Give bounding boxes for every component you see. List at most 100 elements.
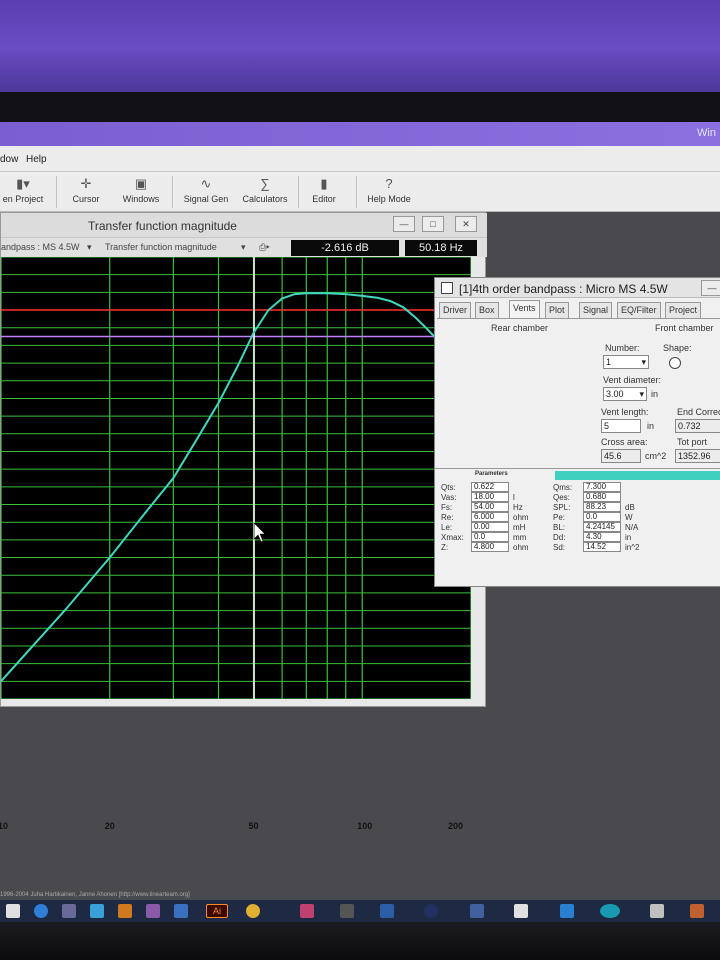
graph-window-titlebar[interactable]: Transfer function magnitude — □ ✕ — [1, 213, 487, 237]
windows-icon: ▣ — [134, 176, 148, 191]
param-value[interactable]: 88.23 — [583, 502, 621, 512]
app-icon[interactable] — [90, 904, 104, 918]
vent-length-unit: in — [647, 421, 655, 431]
param-unit: in — [625, 533, 632, 542]
curve-select[interactable]: Transfer function magnitude — [105, 242, 217, 252]
param-value[interactable]: 0.0 — [471, 532, 509, 542]
param-value[interactable]: 0.00 — [471, 522, 509, 532]
chevron-down-icon[interactable]: ▾ — [87, 242, 92, 253]
param-value[interactable]: 7.300 — [583, 482, 621, 492]
app-icon[interactable] — [174, 904, 188, 918]
taskbar: Ai — [0, 900, 720, 922]
menu-help[interactable]: Help — [26, 154, 47, 165]
folder-icon: ▮▾ — [16, 176, 30, 191]
number-select[interactable]: 1 ▾ — [603, 355, 649, 369]
close-button[interactable]: ✕ — [455, 216, 477, 232]
cursor-button[interactable]: ✛ Cursor — [66, 174, 106, 210]
tab-signal[interactable]: Signal — [579, 302, 613, 318]
app-icon[interactable] — [690, 904, 704, 918]
param-value[interactable]: 4.800 — [471, 542, 509, 552]
parameters-heading: Parameters — [475, 471, 508, 477]
param-value[interactable]: 0.622 — [471, 482, 509, 492]
vent-length-input[interactable]: 5 — [601, 419, 641, 433]
menu-bar: dow Help — [0, 146, 720, 172]
credit-text: 1996-2004 Juha Hartikainen, Janne Ahonen… — [0, 892, 190, 898]
tab-project[interactable]: Project — [665, 302, 702, 318]
param-value[interactable]: 4.24145 — [583, 522, 621, 532]
vent-diameter-unit: in — [651, 389, 659, 399]
cross-area-unit: cm^2 — [645, 451, 667, 461]
param-value[interactable]: 54.00 — [471, 502, 509, 512]
tab-plot[interactable]: Plot — [545, 302, 569, 318]
tab-eq-filter[interactable]: EQ/Filter — [617, 302, 661, 318]
param-name: Dd: — [553, 533, 566, 542]
param-name: Pe: — [553, 513, 566, 522]
shape-label: Shape: — [663, 343, 692, 353]
vent-diameter-select[interactable]: 3.00 ▾ — [603, 387, 647, 401]
open-project-button[interactable]: ▮▾ en Project — [0, 174, 46, 210]
param-value[interactable]: 4.30 — [583, 532, 621, 542]
end-correction-label: End Correc — [677, 407, 720, 417]
app-icon[interactable] — [300, 904, 314, 918]
start-icon[interactable] — [6, 904, 20, 918]
param-value[interactable]: 14.52 — [583, 542, 621, 552]
graph-toolbar: andpass : MS 4.5W ▾ Transfer function ma… — [1, 237, 487, 257]
app-icon[interactable] — [380, 904, 394, 918]
browser-icon[interactable] — [34, 904, 48, 918]
param-unit: dB — [625, 503, 635, 512]
x-tick-label: 100 — [357, 821, 373, 831]
param-name: Le: — [441, 523, 453, 532]
chevron-down-icon: ▾ — [639, 389, 644, 399]
windows-button[interactable]: ▣ Windows — [118, 174, 164, 210]
param-unit: ohm — [513, 513, 529, 522]
dialog-titlebar[interactable]: [1]4th order bandpass : Micro MS 4.5W — — [435, 278, 720, 298]
app-icon[interactable] — [514, 904, 528, 918]
tab-driver[interactable]: Driver — [439, 302, 471, 318]
plot-area[interactable] — [0, 256, 472, 700]
vent-diameter-label: Vent diameter: — [603, 375, 662, 385]
print-icon[interactable]: ⎙▸ — [259, 242, 270, 253]
param-value[interactable]: 18.00 — [471, 492, 509, 502]
x-tick-label: 10 — [0, 821, 9, 831]
param-name: Fs: — [441, 503, 453, 512]
dialog-minimize-button[interactable]: — — [701, 280, 720, 296]
param-name: Vas: — [441, 493, 457, 502]
help-mode-button[interactable]: ? Help Mode — [362, 174, 416, 210]
rear-chamber-heading: Rear chamber — [491, 323, 549, 333]
help-icon: ? — [385, 176, 393, 191]
app-icon[interactable] — [424, 904, 438, 918]
source-select[interactable]: andpass : MS 4.5W — [1, 242, 80, 252]
param-value[interactable]: 0.680 — [583, 492, 621, 502]
transfer-function-chart[interactable] — [0, 256, 472, 700]
front-chamber-heading: Front chamber — [655, 323, 714, 333]
signal-gen-button[interactable]: ∿ Signal Gen — [180, 174, 232, 210]
minimize-button[interactable]: — — [393, 216, 415, 232]
param-name: Z: — [441, 543, 449, 552]
illustrator-icon[interactable]: Ai — [206, 904, 228, 918]
app-icon[interactable] — [340, 904, 354, 918]
param-unit: ohm — [513, 543, 529, 552]
app-icon[interactable] — [650, 904, 664, 918]
chevron-down-icon[interactable]: ▾ — [241, 242, 246, 253]
app-icon[interactable] — [560, 904, 574, 918]
param-value[interactable]: 0.0 — [583, 512, 621, 522]
app-icon[interactable] — [118, 904, 132, 918]
app-icon[interactable] — [246, 904, 260, 918]
editor-button[interactable]: ▮ Editor — [304, 174, 344, 210]
app-icon[interactable] — [146, 904, 160, 918]
calculators-button[interactable]: ∑ Calculators — [238, 174, 292, 210]
app-icon[interactable] — [470, 904, 484, 918]
app-title-fragment: Win — [697, 127, 716, 139]
app-icon[interactable] — [62, 904, 76, 918]
round-shape-radio[interactable] — [669, 357, 681, 369]
tab-box[interactable]: Box — [475, 302, 499, 318]
param-value[interactable]: 6.000 — [471, 512, 509, 522]
param-unit: in^2 — [625, 543, 640, 552]
menu-window[interactable]: dow — [0, 154, 18, 165]
editor-icon: ▮ — [320, 176, 328, 191]
maximize-button[interactable]: □ — [422, 216, 444, 232]
x-tick-label: 50 — [248, 821, 259, 831]
tab-vents[interactable]: Vents — [509, 300, 540, 318]
param-unit: mm — [513, 533, 527, 542]
app-icon[interactable] — [600, 904, 620, 918]
